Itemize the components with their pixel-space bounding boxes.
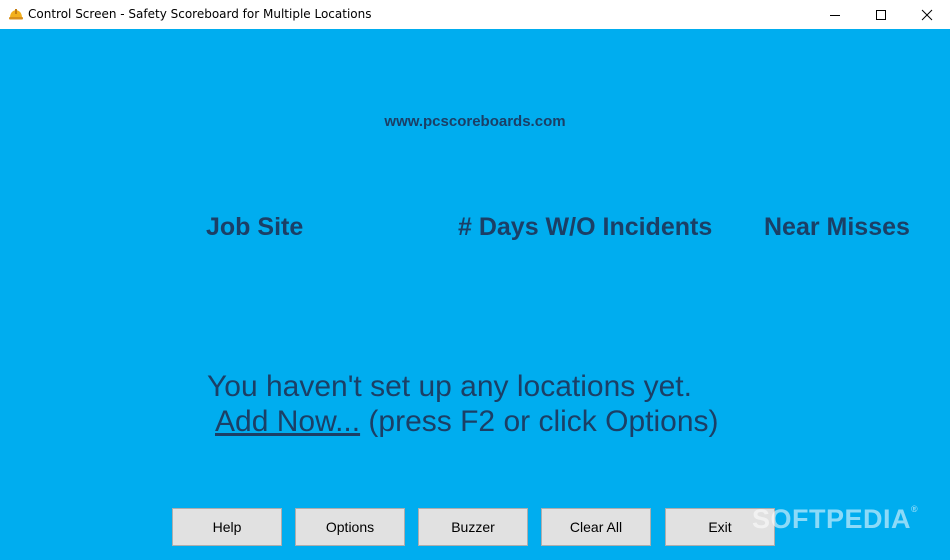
clear-all-button[interactable]: Clear All xyxy=(541,508,651,546)
empty-state-message: You haven't set up any locations yet. xyxy=(207,370,692,403)
near-misses-header: Near Misses xyxy=(764,213,910,241)
minimize-icon xyxy=(830,14,840,16)
add-now-link[interactable]: Add Now... xyxy=(215,405,360,438)
maximize-icon xyxy=(876,9,886,20)
minimize-button[interactable] xyxy=(812,0,858,29)
close-icon xyxy=(921,9,933,20)
close-button[interactable] xyxy=(904,0,950,29)
help-button[interactable]: Help xyxy=(172,508,282,546)
website-label: www.pcscoreboards.com xyxy=(384,113,566,130)
maximize-button[interactable] xyxy=(858,0,904,29)
softpedia-watermark: SOFTPEDIA® xyxy=(752,504,919,534)
job-site-header: Job Site xyxy=(206,213,304,241)
hard-hat-icon xyxy=(8,6,24,22)
buzzer-button[interactable]: Buzzer xyxy=(418,508,528,546)
add-location-line: Add Now... (press F2 or click Options) xyxy=(215,405,719,439)
window-title: Control Screen - Safety Scoreboard for M… xyxy=(28,7,372,21)
title-bar: Control Screen - Safety Scoreboard for M… xyxy=(0,0,950,29)
days-without-incidents-header: # Days W/O Incidents xyxy=(458,213,713,241)
add-hint: (press F2 or click Options) xyxy=(360,405,719,438)
options-button[interactable]: Options xyxy=(295,508,405,546)
